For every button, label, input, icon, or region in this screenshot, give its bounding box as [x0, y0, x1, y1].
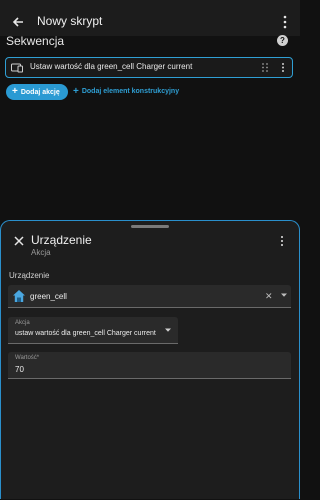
value-input-value: 70	[15, 365, 24, 374]
sheet-subtitle: Akcja	[31, 248, 51, 257]
more-vertical-icon[interactable]	[280, 14, 290, 30]
device-value: green_cell	[30, 292, 67, 301]
section-title: Sekwencja	[6, 34, 65, 48]
value-input-label: Wartość*	[15, 355, 40, 361]
device-field-label: Urządzenie	[9, 271, 50, 280]
clear-icon[interactable]: ✕	[265, 292, 273, 301]
drag-handle-icon[interactable]	[261, 62, 269, 73]
add-construct-button[interactable]: + Dodaj element konstrukcyjny	[73, 86, 180, 97]
home-icon	[13, 290, 25, 302]
action-card-label: Ustaw wartość dla green_cell Charger cur…	[30, 62, 193, 71]
status-bar	[0, 0, 300, 8]
back-arrow-icon[interactable]	[10, 14, 26, 30]
sheet-title: Urządzenie	[31, 233, 92, 247]
device-picker[interactable]: green_cell ✕	[8, 285, 291, 308]
bottom-sheet: Urządzenie Akcja Urządzenie green_cell ✕…	[0, 220, 300, 499]
app-bar: Nowy skrypt	[0, 8, 300, 36]
more-vertical-icon[interactable]	[279, 235, 285, 247]
value-input[interactable]: Wartość* 70	[8, 352, 291, 379]
action-card[interactable]: Ustaw wartość dla green_cell Charger cur…	[5, 57, 293, 78]
dropdown-arrow-icon	[165, 328, 171, 332]
add-construct-label: Dodaj element konstrukcyjny	[81, 88, 180, 95]
page-title: Nowy skrypt	[37, 14, 103, 28]
dropdown-arrow-icon[interactable]	[281, 292, 287, 298]
add-action-button[interactable]: + Dodaj akcję	[6, 84, 68, 100]
plus-icon: +	[73, 86, 79, 97]
more-vertical-icon[interactable]	[280, 62, 286, 73]
action-select-value: ustaw wartość dla green_cell Charger cur…	[15, 330, 156, 337]
close-icon[interactable]	[13, 235, 25, 247]
help-icon[interactable]: ?	[277, 35, 288, 46]
sheet-drag-handle[interactable]	[131, 225, 169, 228]
action-select[interactable]: Akcja ustaw wartość dla green_cell Charg…	[8, 317, 178, 344]
action-select-label: Akcja	[15, 320, 30, 326]
device-icon	[11, 63, 23, 73]
plus-icon: +	[12, 86, 18, 97]
add-action-label: Dodaj akcję	[20, 88, 60, 96]
